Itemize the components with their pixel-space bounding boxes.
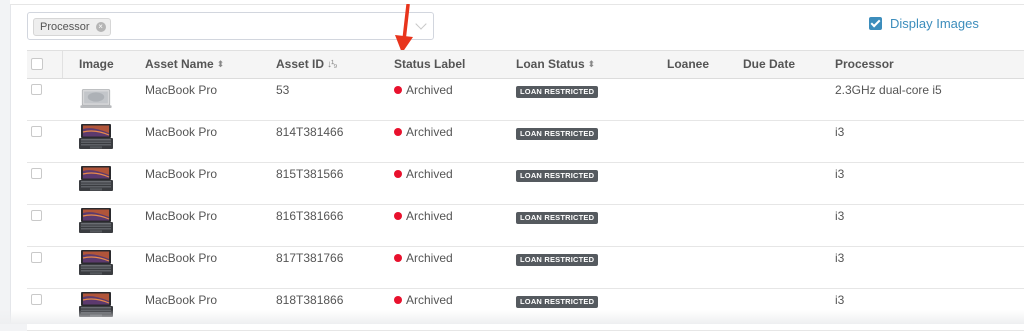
asset-name[interactable]: MacBook Pro	[145, 167, 217, 181]
status-label: Archived	[394, 167, 453, 181]
header-due-date: Due Date	[743, 51, 795, 78]
header-processor[interactable]: Processor	[835, 51, 894, 78]
sort-icon[interactable]: ⬍	[588, 51, 596, 78]
processor: 2.3GHz dual-core i5	[835, 83, 942, 97]
status-dot-icon	[394, 86, 402, 94]
table-row[interactable]: MacBook Pro 53 Archived LOAN RESTRICTED …	[27, 79, 1024, 121]
header-image-label: Image	[79, 57, 114, 71]
status-label: Archived	[394, 251, 453, 265]
processor: i3	[835, 167, 845, 181]
asset-id[interactable]: 53	[276, 83, 289, 97]
laptop-thumbnail[interactable]	[78, 208, 114, 234]
header-loan-status[interactable]: Loan Status ⬍	[516, 51, 595, 78]
table-row[interactable]: MacBook Pro 814T381466 Archived LOAN RES…	[27, 121, 1024, 163]
table-body: MacBook Pro 53 Archived LOAN RESTRICTED …	[27, 79, 1024, 331]
asset-id[interactable]: 816T381666	[276, 209, 343, 223]
header-loan-status-label[interactable]: Loan Status	[516, 51, 585, 78]
loan-status-badge: LOAN RESTRICTED	[516, 212, 599, 224]
status-dot-icon	[394, 296, 402, 304]
row-checkbox[interactable]	[31, 168, 42, 179]
row-checkbox[interactable]	[31, 84, 42, 95]
loan-status-badge: LOAN RESTRICTED	[516, 128, 599, 140]
column-divider	[62, 51, 63, 78]
status-dot-icon	[394, 254, 402, 262]
table-row[interactable]: MacBook Pro 816T381666 Archived LOAN RES…	[27, 205, 1024, 247]
table-row[interactable]: MacBook Pro 815T381566 Archived LOAN RES…	[27, 163, 1024, 205]
asset-id[interactable]: 817T381766	[276, 251, 343, 265]
processor: i3	[835, 125, 845, 139]
status-dot-icon	[394, 170, 402, 178]
status-label: Archived	[394, 83, 453, 97]
display-images-label[interactable]: Display Images	[890, 16, 979, 31]
chevron-down-icon[interactable]	[415, 18, 427, 30]
status-text: Archived	[406, 209, 453, 223]
asset-id[interactable]: 818T381866	[276, 293, 343, 307]
processor: i3	[835, 251, 845, 265]
asset-name[interactable]: MacBook Pro	[145, 209, 217, 223]
laptop-thumbnail[interactable]	[78, 166, 114, 192]
header-asset-id-label[interactable]: Asset ID	[276, 51, 324, 78]
status-text: Archived	[406, 293, 453, 307]
asset-name[interactable]: MacBook Pro	[145, 83, 217, 97]
filter-chip-label: Processor	[40, 21, 90, 33]
status-text: Archived	[406, 167, 453, 181]
status-label: Archived	[394, 293, 453, 307]
select-all-checkbox[interactable]	[31, 58, 43, 70]
status-text: Archived	[406, 83, 453, 97]
processor: i3	[835, 293, 845, 307]
asset-id[interactable]: 815T381566	[276, 167, 343, 181]
row-checkbox[interactable]	[31, 210, 42, 221]
header-due-date-label: Due Date	[743, 57, 796, 71]
laptop-thumbnail[interactable]	[78, 250, 114, 276]
sort-icon[interactable]: ⬍	[217, 51, 225, 78]
processor: i3	[835, 209, 845, 223]
asset-name[interactable]: MacBook Pro	[145, 251, 217, 265]
status-label: Archived	[394, 209, 453, 223]
status-dot-icon	[394, 128, 402, 136]
assets-table: Image Asset Name ⬍ Asset ID ↓¹₉ Status L…	[27, 50, 1024, 331]
row-checkbox[interactable]	[31, 294, 42, 305]
sort-numeric-icon[interactable]: ↓¹₉	[327, 51, 337, 78]
checkbox-checked-icon[interactable]	[869, 16, 882, 30]
loan-status-badge: LOAN RESTRICTED	[516, 170, 599, 182]
status-text: Archived	[406, 251, 453, 265]
header-status-label-text[interactable]: Status Label	[394, 51, 465, 78]
header-image: Image	[79, 51, 114, 78]
laptop-thumbnail[interactable]	[78, 124, 114, 150]
red-arrow-icon	[395, 4, 413, 53]
display-images-toggle[interactable]: Display Images	[869, 14, 979, 32]
header-asset-name[interactable]: Asset Name ⬍	[145, 51, 224, 78]
header-asset-name-label[interactable]: Asset Name	[145, 51, 214, 78]
header-status-label[interactable]: Status Label	[394, 51, 465, 78]
asset-name[interactable]: MacBook Pro	[145, 125, 217, 139]
loan-status-badge: LOAN RESTRICTED	[516, 86, 599, 98]
header-loanee: Loanee	[667, 51, 709, 78]
laptop-thumbnail[interactable]	[78, 86, 114, 108]
asset-id[interactable]: 814T381466	[276, 125, 343, 139]
column-filter-select[interactable]: Processor ×	[27, 12, 434, 40]
top-strip	[10, 0, 1024, 5]
asset-name[interactable]: MacBook Pro	[145, 293, 217, 307]
table-header: Image Asset Name ⬍ Asset ID ↓¹₉ Status L…	[27, 50, 1024, 79]
status-label: Archived	[394, 125, 453, 139]
bottom-fade	[0, 310, 1024, 324]
chip-remove-icon[interactable]: ×	[95, 22, 106, 32]
row-checkbox[interactable]	[31, 252, 42, 263]
header-asset-id[interactable]: Asset ID ↓¹₉	[276, 51, 337, 78]
header-loanee-label: Loanee	[667, 57, 710, 71]
row-checkbox[interactable]	[31, 126, 42, 137]
loan-status-badge: LOAN RESTRICTED	[516, 296, 599, 308]
filter-chip-processor[interactable]: Processor ×	[33, 18, 111, 36]
status-text: Archived	[406, 125, 453, 139]
table-row[interactable]: MacBook Pro 817T381766 Archived LOAN RES…	[27, 247, 1024, 289]
header-processor-label[interactable]: Processor	[835, 51, 894, 78]
loan-status-badge: LOAN RESTRICTED	[516, 254, 599, 266]
status-dot-icon	[394, 212, 402, 220]
